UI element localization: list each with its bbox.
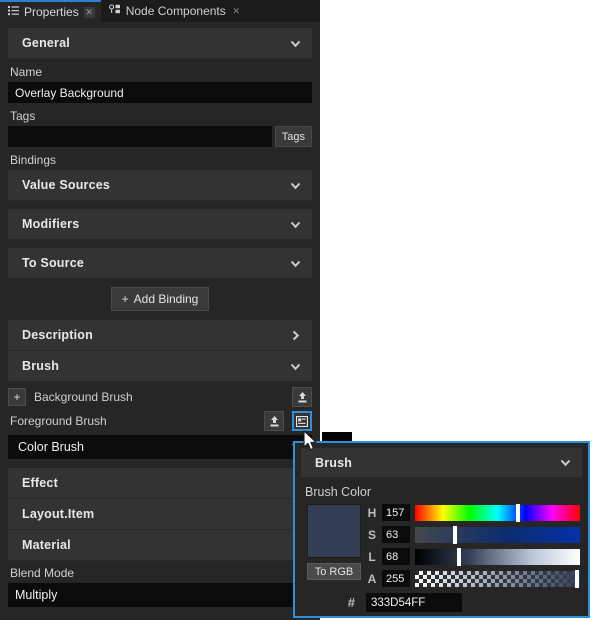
background-brush-label: Background Brush (34, 390, 133, 404)
saturation-slider[interactable] (415, 525, 580, 544)
hue-input[interactable]: 157 (382, 504, 410, 521)
tab-properties[interactable]: Properties ✕ (0, 0, 101, 22)
foreground-brush-editor-icon[interactable] (292, 411, 312, 431)
brush-type-value: Color Brush (18, 440, 84, 454)
foreground-brush-upload-icon[interactable] (264, 411, 284, 431)
chevron-down-icon[interactable] (289, 218, 302, 231)
list-icon (8, 5, 19, 19)
section-modifiers[interactable]: Modifiers (8, 209, 312, 240)
hue-slider[interactable] (415, 503, 580, 522)
node-icon (108, 4, 121, 18)
blend-mode-select[interactable]: Multiply (8, 583, 312, 607)
channel-column: H 157 S 63 L 68 A 255 (367, 503, 580, 588)
hex-row: # 333D54FF (295, 587, 588, 612)
channel-label: L (368, 549, 376, 564)
color-swatch[interactable] (307, 504, 361, 558)
channel-row-h: H 157 (367, 503, 580, 522)
channel-row-a: A 255 (367, 569, 580, 588)
add-binding-button[interactable]: + Add Binding (110, 287, 210, 311)
swatch-column: To RGB (307, 504, 361, 587)
blend-mode-label: Blend Mode (10, 566, 75, 580)
add-background-brush-button[interactable]: + (8, 388, 26, 406)
add-binding-row: + Add Binding (0, 279, 320, 320)
chevron-down-icon[interactable] (289, 179, 302, 192)
channel-label: H (367, 505, 377, 520)
chevron-down-icon[interactable] (289, 360, 302, 373)
section-value-sources[interactable]: Value Sources (8, 170, 312, 201)
mouse-cursor (303, 430, 319, 452)
channel-label: A (367, 571, 377, 586)
section-effect[interactable]: Effect (8, 468, 312, 499)
popup-title: Brush (315, 455, 353, 470)
slider-thumb[interactable] (574, 569, 579, 588)
section-title: Description (22, 328, 93, 342)
hex-label: # (347, 595, 355, 610)
chevron-down-icon[interactable] (289, 37, 302, 50)
slider-thumb[interactable] (516, 503, 521, 522)
brush-color-popup: Brush Brush Color To RGB H 157 S 63 L 68 (293, 441, 590, 618)
foreground-brush-row: Foreground Brush (0, 409, 320, 433)
alpha-input[interactable]: 255 (382, 570, 410, 587)
tab-label: Node Components (125, 4, 226, 18)
section-title: Value Sources (22, 178, 111, 192)
background-brush-row: + Background Brush (0, 385, 320, 409)
lightness-slider[interactable] (415, 547, 580, 566)
tab-bar: Properties ✕ Node Components ✕ (0, 0, 320, 22)
section-title: Effect (22, 476, 58, 490)
hex-input[interactable]: 333D54FF (366, 593, 462, 612)
slider-thumb[interactable] (456, 547, 461, 566)
name-field-row: Overlay Background (0, 82, 320, 103)
close-icon[interactable]: ✕ (83, 6, 95, 18)
tags-field-row: Tags (0, 126, 320, 147)
section-title: Material (22, 538, 71, 552)
plus-icon: + (121, 292, 129, 306)
tags-label: Tags (10, 109, 36, 123)
properties-panel: Properties ✕ Node Components ✕ General N… (0, 0, 320, 620)
section-to-source[interactable]: To Source (8, 248, 312, 279)
saturation-input[interactable]: 63 (382, 526, 410, 543)
channel-row-l: L 68 (367, 547, 580, 566)
tags-button[interactable]: Tags (274, 126, 312, 147)
brush-color-label: Brush Color (305, 485, 371, 499)
section-title: General (22, 36, 70, 50)
brush-type-select[interactable]: Color Brush (8, 435, 312, 459)
name-label: Name (10, 65, 43, 79)
tab-label: Properties (24, 5, 79, 19)
section-brush[interactable]: Brush (8, 351, 312, 382)
section-title: To Source (22, 256, 84, 270)
chevron-down-icon[interactable] (559, 456, 572, 469)
chevron-right-icon[interactable] (289, 329, 302, 342)
section-material[interactable]: Material (8, 530, 312, 561)
add-binding-label: Add Binding (133, 292, 199, 306)
section-title: Modifiers (22, 217, 80, 231)
section-general[interactable]: General (8, 28, 312, 59)
blend-mode-row: Multiply (0, 583, 320, 607)
popup-section-brush[interactable]: Brush (301, 448, 582, 478)
section-layout-item[interactable]: Layout.Item (8, 499, 312, 530)
bindings-label: Bindings (10, 153, 57, 167)
channel-label: S (367, 527, 376, 542)
channel-row-s: S 63 (367, 525, 580, 544)
slider-thumb[interactable] (452, 525, 457, 544)
foreground-brush-label: Foreground Brush (10, 414, 107, 428)
section-title: Brush (22, 359, 60, 373)
alpha-slider[interactable] (415, 569, 580, 588)
tab-node-components[interactable]: Node Components ✕ (100, 0, 248, 22)
section-title: Layout.Item (22, 507, 95, 521)
tags-input[interactable] (8, 126, 272, 147)
background-brush-upload-icon[interactable] (292, 387, 312, 407)
section-description[interactable]: Description (8, 320, 312, 351)
close-icon[interactable]: ✕ (231, 6, 242, 17)
to-rgb-button[interactable]: To RGB (307, 563, 361, 580)
name-input[interactable]: Overlay Background (8, 82, 312, 103)
tooltip-sliver (322, 432, 352, 441)
color-editor: To RGB H 157 S 63 L 68 A 255 (295, 503, 588, 588)
lightness-input[interactable]: 68 (382, 548, 410, 565)
chevron-down-icon[interactable] (289, 257, 302, 270)
